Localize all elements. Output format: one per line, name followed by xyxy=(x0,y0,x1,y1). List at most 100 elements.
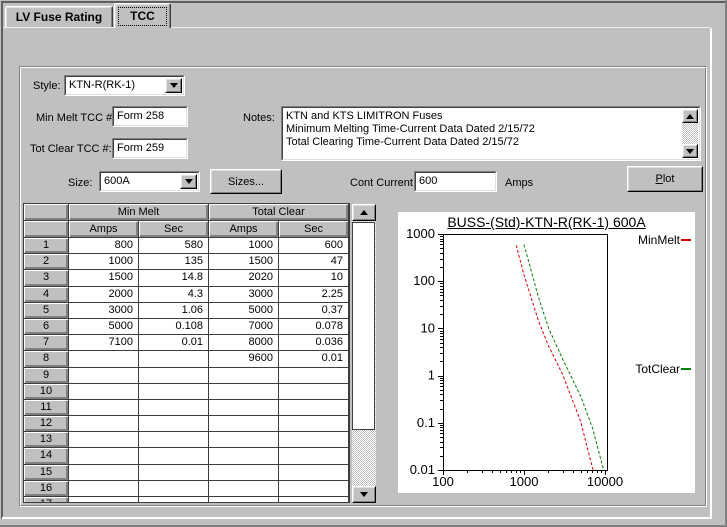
table-cell[interactable]: 14.8 xyxy=(139,270,209,286)
table-cell[interactable]: 0.108 xyxy=(139,319,209,335)
table-cell[interactable] xyxy=(279,497,349,503)
notes-textarea[interactable]: KTN and KTS LIMITRON FusesMinimum Meltin… xyxy=(281,106,701,161)
sizes-button[interactable]: Sizes... xyxy=(210,169,282,194)
table-cell[interactable] xyxy=(69,497,139,503)
table-cell[interactable] xyxy=(69,448,139,464)
table-cell[interactable] xyxy=(69,481,139,497)
table-cell[interactable] xyxy=(209,465,279,481)
table-cell[interactable] xyxy=(69,368,139,384)
notes-scrollbar[interactable] xyxy=(682,109,698,158)
table-cell[interactable]: 1.06 xyxy=(139,303,209,319)
table-scrollbar-thumb[interactable] xyxy=(352,222,375,430)
table-cell[interactable]: 8000 xyxy=(209,335,279,351)
table-cell[interactable] xyxy=(209,448,279,464)
table-cell[interactable] xyxy=(209,432,279,448)
table-cell[interactable]: 135 xyxy=(139,254,209,270)
min-melt-tcc-field[interactable]: Form 258 xyxy=(112,106,188,127)
row-number[interactable]: 9 xyxy=(24,368,69,384)
table-cell[interactable] xyxy=(139,481,209,497)
table-scroll-up-button[interactable] xyxy=(352,204,376,221)
tab-lv-fuse-rating[interactable]: LV Fuse Rating xyxy=(5,6,113,27)
table-cell[interactable] xyxy=(279,368,349,384)
table-cell[interactable] xyxy=(209,497,279,503)
column-header-totclear-sec[interactable]: Sec xyxy=(279,221,349,238)
table-cell[interactable] xyxy=(209,384,279,400)
table-cell[interactable] xyxy=(69,400,139,416)
group-header-total-clear[interactable]: Total Clear xyxy=(209,204,349,221)
table-cell[interactable] xyxy=(209,481,279,497)
table-cell[interactable] xyxy=(69,432,139,448)
table-cell[interactable] xyxy=(209,400,279,416)
row-number[interactable]: 5 xyxy=(24,303,69,319)
row-number[interactable]: 15 xyxy=(24,465,69,481)
table-cell[interactable]: 9600 xyxy=(209,351,279,367)
table-cell[interactable] xyxy=(279,416,349,432)
row-number[interactable]: 1 xyxy=(24,238,69,254)
table-cell[interactable] xyxy=(139,432,209,448)
table-cell[interactable] xyxy=(279,481,349,497)
table-cell[interactable] xyxy=(209,368,279,384)
table-cell[interactable]: 0.036 xyxy=(279,335,349,351)
table-cell[interactable] xyxy=(69,416,139,432)
cont-current-field[interactable]: 600 xyxy=(414,171,497,192)
table-cell[interactable] xyxy=(139,497,209,503)
table-cell[interactable]: 10 xyxy=(279,270,349,286)
tcc-data-table[interactable]: Min Melt Total Clear Amps Sec Amps Sec 1… xyxy=(23,203,350,503)
table-cell[interactable] xyxy=(139,384,209,400)
table-cell[interactable]: 47 xyxy=(279,254,349,270)
table-cell[interactable]: 2000 xyxy=(69,287,139,303)
row-number[interactable]: 13 xyxy=(24,432,69,448)
notes-scroll-up-button[interactable] xyxy=(682,109,698,123)
table-cell[interactable] xyxy=(209,416,279,432)
table-cell[interactable]: 600 xyxy=(279,238,349,254)
row-number[interactable]: 2 xyxy=(24,254,69,270)
table-cell[interactable]: 3000 xyxy=(69,303,139,319)
table-cell[interactable] xyxy=(279,448,349,464)
row-number[interactable]: 10 xyxy=(24,384,69,400)
table-cell[interactable]: 3000 xyxy=(209,287,279,303)
table-cell[interactable] xyxy=(139,448,209,464)
plot-button[interactable]: Plot xyxy=(627,166,703,192)
table-cell[interactable] xyxy=(139,416,209,432)
table-cell[interactable]: 1000 xyxy=(209,238,279,254)
table-scrollbar[interactable] xyxy=(352,204,376,503)
table-cell[interactable]: 1000 xyxy=(69,254,139,270)
table-cell[interactable] xyxy=(69,384,139,400)
table-cell[interactable]: 2.25 xyxy=(279,287,349,303)
table-cell[interactable]: 7100 xyxy=(69,335,139,351)
row-number[interactable]: 14 xyxy=(24,448,69,464)
row-number[interactable]: 11 xyxy=(24,400,69,416)
group-header-min-melt[interactable]: Min Melt xyxy=(69,204,209,221)
table-cell[interactable] xyxy=(139,400,209,416)
table-scroll-down-button[interactable] xyxy=(352,486,376,503)
table-cell[interactable]: 0.01 xyxy=(139,335,209,351)
table-cell[interactable]: 0.01 xyxy=(279,351,349,367)
tot-clear-tcc-field[interactable]: Form 259 xyxy=(112,138,188,159)
table-cell[interactable] xyxy=(279,400,349,416)
table-cell[interactable]: 7000 xyxy=(209,319,279,335)
table-cell[interactable] xyxy=(279,384,349,400)
style-dropdown[interactable]: KTN-R(RK-1) xyxy=(64,75,185,96)
table-cell[interactable]: 2020 xyxy=(209,270,279,286)
table-cell[interactable]: 0.078 xyxy=(279,319,349,335)
row-number[interactable]: 3 xyxy=(24,270,69,286)
column-header-totclear-amps[interactable]: Amps xyxy=(209,221,279,238)
table-cell[interactable]: 4.3 xyxy=(139,287,209,303)
table-cell[interactable] xyxy=(279,432,349,448)
row-number[interactable]: 12 xyxy=(24,416,69,432)
table-corner-cell[interactable] xyxy=(24,221,69,238)
table-cell[interactable]: 800 xyxy=(69,238,139,254)
row-number[interactable]: 16 xyxy=(24,481,69,497)
table-cell[interactable] xyxy=(279,465,349,481)
table-cell[interactable]: 5000 xyxy=(69,319,139,335)
table-cell[interactable] xyxy=(69,351,139,367)
size-dropdown[interactable]: 600A xyxy=(99,171,200,192)
table-cell[interactable]: 580 xyxy=(139,238,209,254)
table-cell[interactable]: 5000 xyxy=(209,303,279,319)
row-number[interactable]: 8 xyxy=(24,351,69,367)
column-header-minmelt-sec[interactable]: Sec xyxy=(139,221,209,238)
size-dropdown-button[interactable] xyxy=(180,174,197,189)
row-number[interactable]: 17 xyxy=(24,497,69,503)
table-cell[interactable] xyxy=(139,351,209,367)
row-number[interactable]: 7 xyxy=(24,335,69,351)
